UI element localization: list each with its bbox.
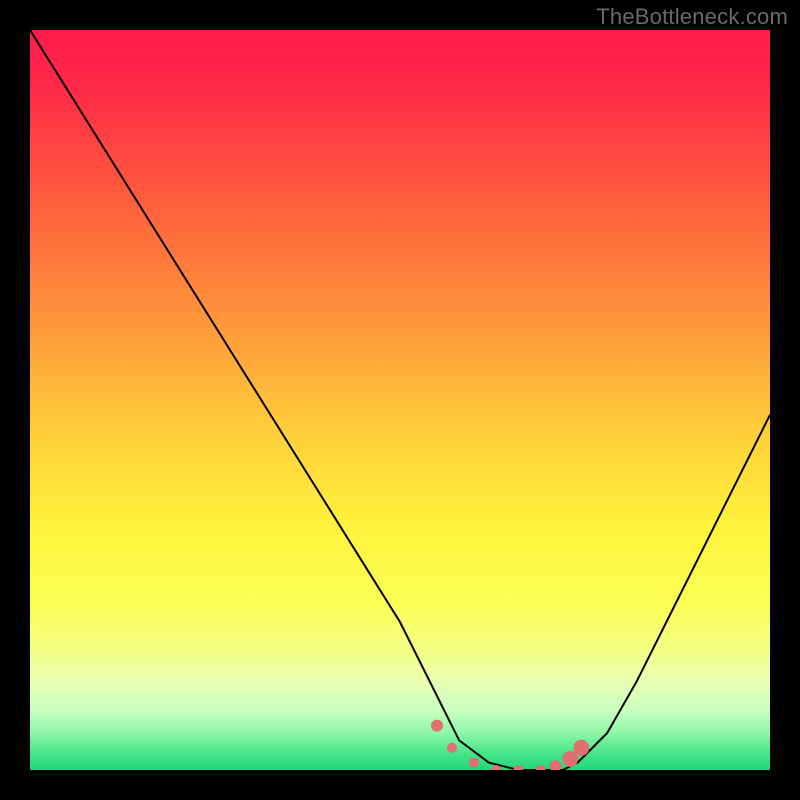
chart-frame: TheBottleneck.com (0, 0, 800, 800)
highlight-marker (513, 765, 523, 770)
highlight-marker (549, 760, 561, 770)
highlight-marker (431, 720, 443, 732)
highlight-marker (573, 740, 589, 756)
curve-line (30, 30, 770, 770)
highlight-markers (431, 720, 589, 770)
highlight-marker (536, 765, 546, 770)
watermark-text: TheBottleneck.com (596, 4, 788, 30)
highlight-marker (469, 758, 479, 768)
curve-layer (30, 30, 770, 770)
highlight-marker (447, 743, 457, 753)
plot-area (30, 30, 770, 770)
